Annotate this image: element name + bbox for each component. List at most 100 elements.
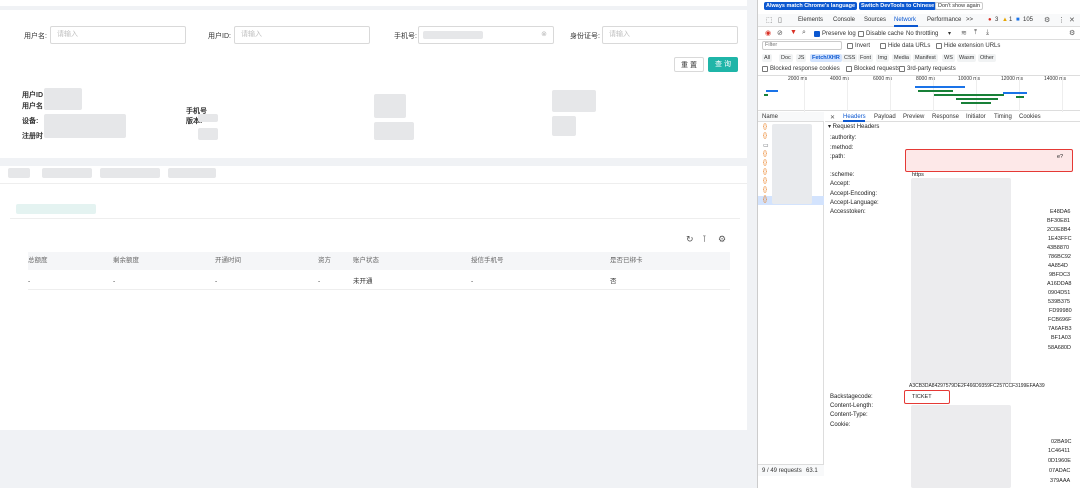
hide-ext-checkbox[interactable] — [936, 43, 942, 49]
redacted-tab[interactable] — [100, 168, 160, 178]
redacted-tab[interactable] — [168, 168, 216, 178]
cookie-line: 07ADAC — [1049, 468, 1071, 474]
cell: 未开通 — [353, 278, 373, 285]
userid-input[interactable]: 请输入 — [234, 26, 370, 44]
tab-payload[interactable]: Payload — [874, 114, 896, 120]
query-button[interactable]: 查 询 — [708, 57, 738, 72]
network-settings-icon[interactable]: ⚙ — [1069, 29, 1075, 37]
timeline-overview[interactable]: 2000 ms 4000 ms 6000 ms 8000 ms 10000 ms… — [758, 75, 1080, 112]
type-fetch-xhr[interactable]: Fetch/XHR — [810, 54, 842, 62]
tab-cookies[interactable]: Cookies — [1019, 114, 1041, 120]
throttling-select[interactable]: No throttling — [906, 31, 938, 37]
path-value-tail: e? — [1057, 154, 1064, 160]
redacted-tab[interactable] — [8, 168, 30, 178]
warning-count[interactable]: 1 — [1009, 17, 1012, 23]
preserve-log-label: Preserve log — [822, 31, 856, 37]
type-css[interactable]: CSS — [842, 54, 858, 62]
redacted-subtab[interactable] — [16, 204, 96, 214]
more-icon[interactable]: ⋮ — [1058, 16, 1065, 24]
wifi-icon[interactable]: ≋ — [961, 29, 967, 37]
request-count: 9 / 49 requests — [762, 468, 802, 474]
type-other[interactable]: Other — [978, 54, 996, 62]
blocked-cookies-checkbox[interactable] — [762, 66, 768, 72]
filter-input[interactable]: Filter — [762, 41, 842, 50]
upload-icon[interactable]: ⤒ — [974, 29, 977, 37]
dont-show-button[interactable]: Don't show again — [935, 2, 984, 10]
switch-chinese-button[interactable]: Switch DevTools to Chinese — [859, 2, 937, 10]
hide-ext-label: Hide extension URLs — [944, 43, 1001, 49]
close-icon[interactable]: ✕ — [1069, 16, 1075, 24]
request-bar — [1016, 96, 1024, 98]
username-input[interactable]: 请输入 — [50, 26, 186, 44]
redacted-tab[interactable] — [42, 168, 92, 178]
redacted-block — [552, 90, 596, 112]
request-list-header: Name — [758, 112, 824, 122]
type-ws[interactable]: WS — [942, 54, 955, 62]
tab-initiator[interactable]: Initiator — [966, 114, 986, 120]
search-icon[interactable]: ⌕ — [802, 29, 806, 37]
redacted-block — [44, 114, 126, 138]
name-column-header[interactable]: Name — [762, 114, 778, 120]
tab-network[interactable]: Network — [894, 17, 916, 23]
search-card: 用户名: 请输入 用户ID: 请输入 手机号: ⊗ 身份证号: 请输入 重 置 … — [0, 10, 747, 158]
redacted-request-names[interactable] — [772, 124, 812, 204]
more-tabs[interactable]: >> — [966, 17, 973, 23]
redacted-token — [911, 178, 1011, 384]
tab-elements[interactable]: Elements — [798, 17, 823, 23]
type-doc[interactable]: Doc — [779, 54, 793, 62]
close-detail-icon[interactable]: ✕ — [830, 114, 835, 121]
third-party-label: 3rd-party requests — [907, 66, 956, 72]
hide-data-checkbox[interactable] — [880, 43, 886, 49]
token-last-line: A3CB3DA84297579DE2F466D9359FC257CCF3199E… — [909, 383, 1045, 389]
type-js[interactable]: JS — [796, 54, 807, 62]
invert-checkbox[interactable] — [847, 43, 853, 49]
match-language-button[interactable]: Always match Chrome's language — [764, 2, 858, 10]
reset-button[interactable]: 重 置 — [674, 57, 704, 72]
active-detail-indicator — [843, 120, 865, 122]
message-count[interactable]: 105 — [1023, 17, 1033, 23]
settings-icon[interactable]: ⚙ — [718, 234, 726, 245]
header-name: Cookie: — [830, 422, 851, 428]
tab-performance[interactable]: Performance — [927, 17, 961, 23]
request-headers-section[interactable]: ▾ Request Headers — [828, 123, 879, 130]
tab-timing[interactable]: Timing — [994, 114, 1012, 120]
error-count[interactable]: 3 — [995, 17, 998, 23]
tab-sources[interactable]: Sources — [864, 17, 886, 23]
type-manifest[interactable]: Manifest — [913, 54, 938, 62]
clear-icon[interactable]: ⊘ — [777, 29, 783, 37]
refresh-icon[interactable]: ↻ — [686, 234, 694, 245]
settings-icon[interactable]: ⚙ — [1044, 16, 1050, 24]
xhr-icon: {} — [763, 169, 768, 175]
density-icon[interactable]: ⊺ — [702, 234, 707, 245]
blocked-row: Blocked response cookies Blocked request… — [758, 65, 1080, 74]
tab-preview[interactable]: Preview — [903, 114, 924, 120]
userid-label: 用户ID: — [208, 33, 231, 40]
tab-console[interactable]: Console — [833, 17, 855, 23]
redacted-block — [198, 114, 218, 122]
inspect-icon[interactable]: ⬚ — [766, 16, 773, 24]
type-font[interactable]: Font — [858, 54, 874, 62]
token-line: 1E43FFC — [1048, 236, 1072, 242]
type-wasm[interactable]: Wasm — [957, 54, 977, 62]
type-img[interactable]: Img — [876, 54, 890, 62]
redacted-block — [198, 128, 218, 140]
phone-label: 手机号: — [394, 33, 417, 40]
third-party-checkbox[interactable] — [899, 66, 905, 72]
filter-icon[interactable]: ▼ — [790, 29, 797, 36]
download-icon[interactable]: ⤓ — [986, 29, 989, 37]
idcard-input[interactable]: 请输入 — [602, 26, 738, 44]
blocked-requests-checkbox[interactable] — [846, 66, 852, 72]
phone-input[interactable]: ⊗ — [418, 26, 554, 44]
token-line: 43B8870 — [1047, 245, 1070, 251]
tab-response[interactable]: Response — [932, 114, 959, 120]
type-media[interactable]: Media — [892, 54, 911, 62]
record-icon[interactable]: ◉ — [765, 29, 771, 37]
chevron-down-icon[interactable]: ▾ — [948, 30, 951, 37]
type-all[interactable]: All — [762, 54, 773, 62]
disable-cache-checkbox[interactable] — [858, 31, 864, 37]
device-toolbar-icon[interactable]: ▯ — [778, 16, 782, 24]
xhr-icon: {} — [763, 160, 768, 166]
preserve-log-checkbox[interactable] — [814, 31, 820, 37]
clear-icon[interactable]: ⊗ — [541, 27, 547, 43]
xhr-icon: {} — [763, 124, 768, 130]
